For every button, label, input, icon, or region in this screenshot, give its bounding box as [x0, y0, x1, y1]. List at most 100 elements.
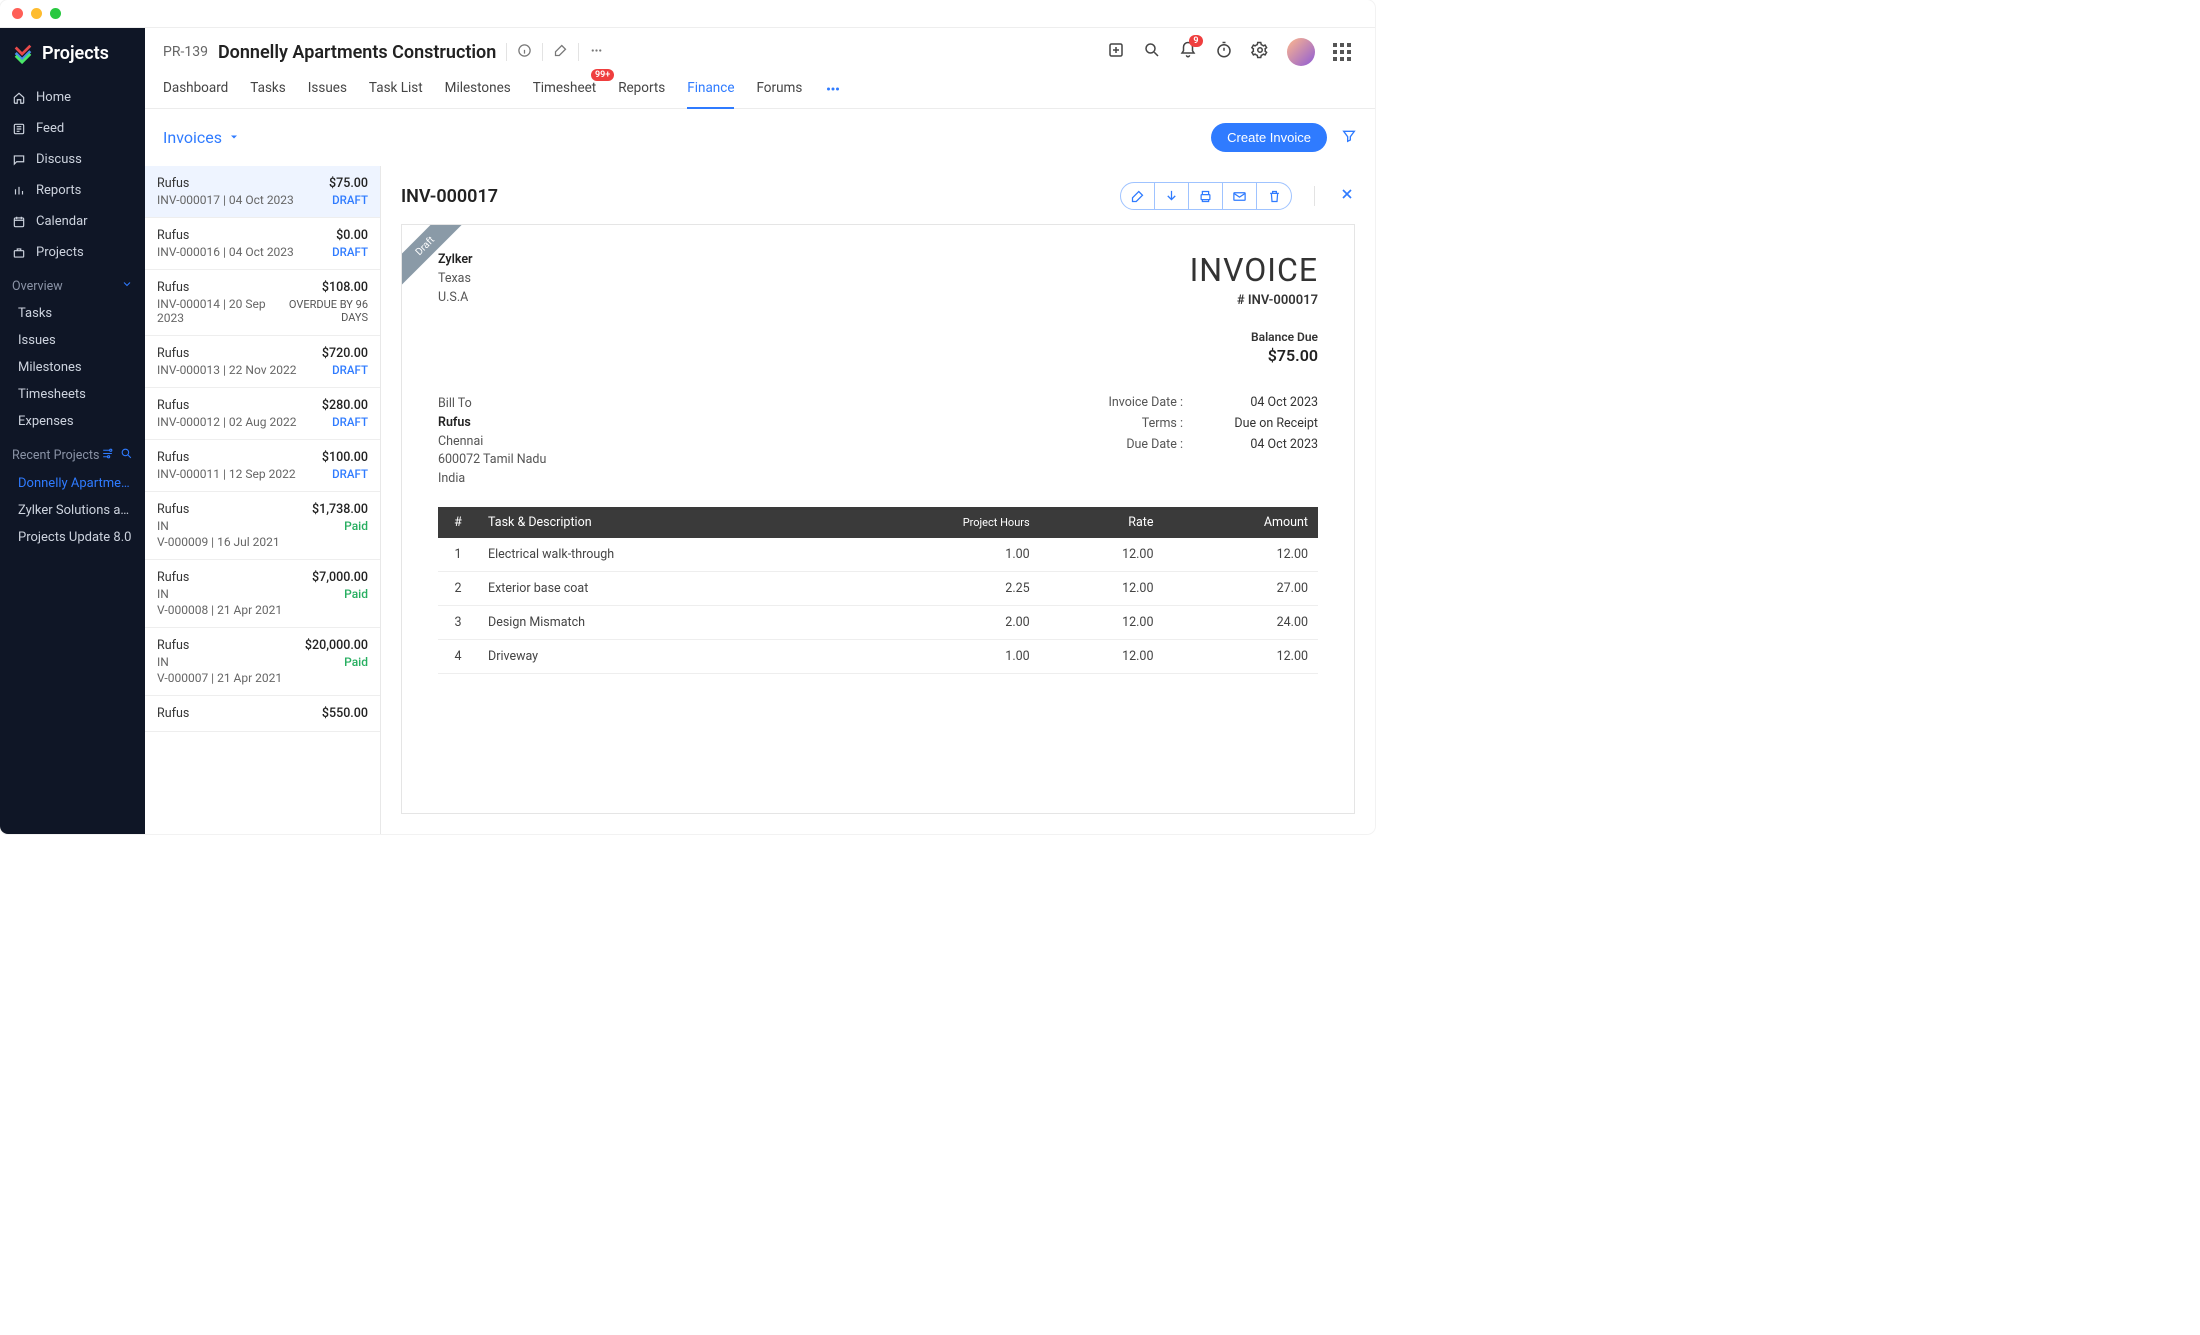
invoice-amount: $100.00: [322, 450, 368, 465]
invoice-client: Rufus: [157, 450, 189, 465]
close-icon[interactable]: [1339, 186, 1355, 206]
invoice-items-table: # Task & Description Project Hours Rate …: [438, 507, 1318, 674]
invoice-detail-pane: INV-000017 Draft: [381, 166, 1375, 834]
tab-forums[interactable]: Forums: [756, 72, 802, 108]
bell-icon[interactable]: 9: [1179, 41, 1197, 63]
mail-icon[interactable]: [1223, 183, 1257, 209]
sidebar-sub-timesheets[interactable]: Timesheets: [0, 381, 145, 408]
tab-tasks[interactable]: Tasks: [250, 72, 285, 108]
sidebar-item-calendar[interactable]: Calendar: [0, 206, 145, 237]
sidebar-overview-header[interactable]: Overview: [0, 268, 145, 300]
window-maximize[interactable]: [50, 8, 61, 19]
timesheet-badge: 99+: [591, 69, 614, 81]
reports-icon: [12, 184, 26, 198]
sidebar-item-projects[interactable]: Projects: [0, 237, 145, 268]
invoice-document: Draft Zylker Texas U.S.A INVOICE # INV-0…: [401, 224, 1355, 814]
section-label: Invoices: [163, 128, 222, 147]
invoice-list-item[interactable]: Rufus$7,000.00INPaidV-000008 | 21 Apr 20…: [145, 560, 380, 628]
invoice-number: # INV-000017: [1190, 293, 1318, 308]
pdf-icon[interactable]: [1155, 183, 1189, 209]
trash-icon[interactable]: [1257, 183, 1291, 209]
tab-task-list[interactable]: Task List: [369, 72, 423, 108]
invoice-detail-title: INV-000017: [401, 186, 498, 207]
invoice-client: Rufus: [157, 346, 189, 361]
invoice-list-item[interactable]: Rufus$20,000.00INPaidV-000007 | 21 Apr 2…: [145, 628, 380, 696]
table-row: 4Driveway1.0012.0012.00: [438, 639, 1318, 673]
table-row: 1Electrical walk-through1.0012.0012.00: [438, 538, 1318, 572]
sidebar-item-label: Feed: [36, 121, 64, 136]
filter-icon[interactable]: [1341, 128, 1357, 148]
invoice-client: Rufus: [157, 176, 189, 191]
sidebar-sub-issues[interactable]: Issues: [0, 327, 145, 354]
tab-reports[interactable]: Reports: [618, 72, 665, 108]
window-minimize[interactable]: [31, 8, 42, 19]
balance-due-label: Balance Due: [1190, 330, 1318, 344]
sidebar-item-feed[interactable]: Feed: [0, 113, 145, 144]
invoice-list-item[interactable]: Rufus $550.00: [145, 696, 380, 732]
info-icon[interactable]: [517, 43, 532, 62]
apps-grid-icon[interactable]: [1333, 43, 1351, 61]
invoice-client: Rufus: [157, 398, 189, 413]
sidebar-item-discuss[interactable]: Discuss: [0, 144, 145, 175]
sidebar-item-home[interactable]: Home: [0, 82, 145, 113]
search-icon[interactable]: [120, 447, 133, 464]
meta-value: Due on Receipt: [1223, 416, 1318, 431]
invoice-status: Paid: [344, 655, 368, 669]
brush-icon[interactable]: [553, 43, 568, 62]
invoice-status: Paid: [344, 519, 368, 533]
edit-icon[interactable]: [1121, 183, 1155, 209]
invoice-meta: INV-000016 | 04 Oct 2023: [157, 245, 294, 259]
tab-timesheet[interactable]: Timesheet99+: [533, 72, 596, 108]
sidebar-item-reports[interactable]: Reports: [0, 175, 145, 206]
bell-badge: 9: [1189, 35, 1203, 47]
recent-project-item[interactable]: Projects Update 8.0: [0, 524, 145, 551]
recent-project-item[interactable]: Zylker Solutions and Constr: [0, 497, 145, 524]
sidebar-sub-expenses[interactable]: Expenses: [0, 408, 145, 435]
tab-issues[interactable]: Issues: [308, 72, 347, 108]
stopwatch-icon[interactable]: [1215, 41, 1233, 63]
add-icon[interactable]: [1107, 41, 1125, 63]
search-icon[interactable]: [1143, 41, 1161, 63]
create-invoice-button[interactable]: Create Invoice: [1211, 123, 1327, 152]
briefcase-icon: [12, 246, 26, 260]
window-close[interactable]: [12, 8, 23, 19]
more-icon[interactable]: [589, 43, 604, 62]
invoice-list-item[interactable]: Rufus$280.00INV-000012 | 02 Aug 2022DRAF…: [145, 388, 380, 440]
balance-due-amount: $75.00: [1190, 346, 1318, 365]
table-row: 2Exterior base coat2.2512.0027.00: [438, 571, 1318, 605]
invoice-amount: $550.00: [322, 706, 368, 721]
invoice-list[interactable]: Rufus$75.00INV-000017 | 04 Oct 2023DRAFT…: [145, 166, 381, 834]
invoice-status: Paid: [344, 587, 368, 601]
sidebar-sub-tasks[interactable]: Tasks: [0, 300, 145, 327]
tabs-more-icon[interactable]: [824, 72, 842, 108]
invoice-list-item[interactable]: Rufus$0.00INV-000016 | 04 Oct 2023DRAFT: [145, 218, 380, 270]
invoice-client: Rufus: [157, 228, 189, 243]
avatar[interactable]: [1287, 38, 1315, 66]
sliders-icon[interactable]: [101, 447, 114, 464]
invoice-meta: INV-000011 | 12 Sep 2022: [157, 467, 296, 481]
logo-icon: [12, 42, 34, 64]
tab-dashboard[interactable]: Dashboard: [163, 72, 228, 108]
invoice-meta: Invoice Date :04 Oct 2023Terms :Due on R…: [1088, 395, 1318, 489]
invoice-client: Rufus: [157, 706, 189, 721]
invoice-list-item[interactable]: Rufus$100.00INV-000011 | 12 Sep 2022DRAF…: [145, 440, 380, 492]
tab-milestones[interactable]: Milestones: [445, 72, 511, 108]
meta-label: Invoice Date :: [1088, 395, 1183, 410]
invoice-amount: $0.00: [336, 228, 368, 243]
app-logo: Projects: [0, 28, 145, 82]
print-icon[interactable]: [1189, 183, 1223, 209]
invoice-list-item[interactable]: Rufus$75.00INV-000017 | 04 Oct 2023DRAFT: [145, 166, 380, 218]
invoice-list-item[interactable]: Rufus$1,738.00INPaidV-000009 | 16 Jul 20…: [145, 492, 380, 560]
invoice-meta: INV-000012 | 02 Aug 2022: [157, 415, 296, 429]
project-name: Donnelly Apartments Construction: [218, 42, 496, 63]
sidebar-sub-milestones[interactable]: Milestones: [0, 354, 145, 381]
tab-finance[interactable]: Finance: [687, 72, 734, 108]
invoices-dropdown[interactable]: Invoices: [163, 128, 240, 147]
invoice-meta: INV-000014 | 20 Sep 2023: [157, 297, 275, 325]
invoice-list-item[interactable]: Rufus$108.00INV-000014 | 20 Sep 2023OVER…: [145, 270, 380, 336]
invoice-client: Rufus: [157, 570, 189, 585]
invoice-amount: $1,738.00: [312, 502, 368, 517]
recent-project-item[interactable]: Donnelly Apartments Const: [0, 470, 145, 497]
settings-icon[interactable]: [1251, 41, 1269, 63]
invoice-list-item[interactable]: Rufus$720.00INV-000013 | 22 Nov 2022DRAF…: [145, 336, 380, 388]
